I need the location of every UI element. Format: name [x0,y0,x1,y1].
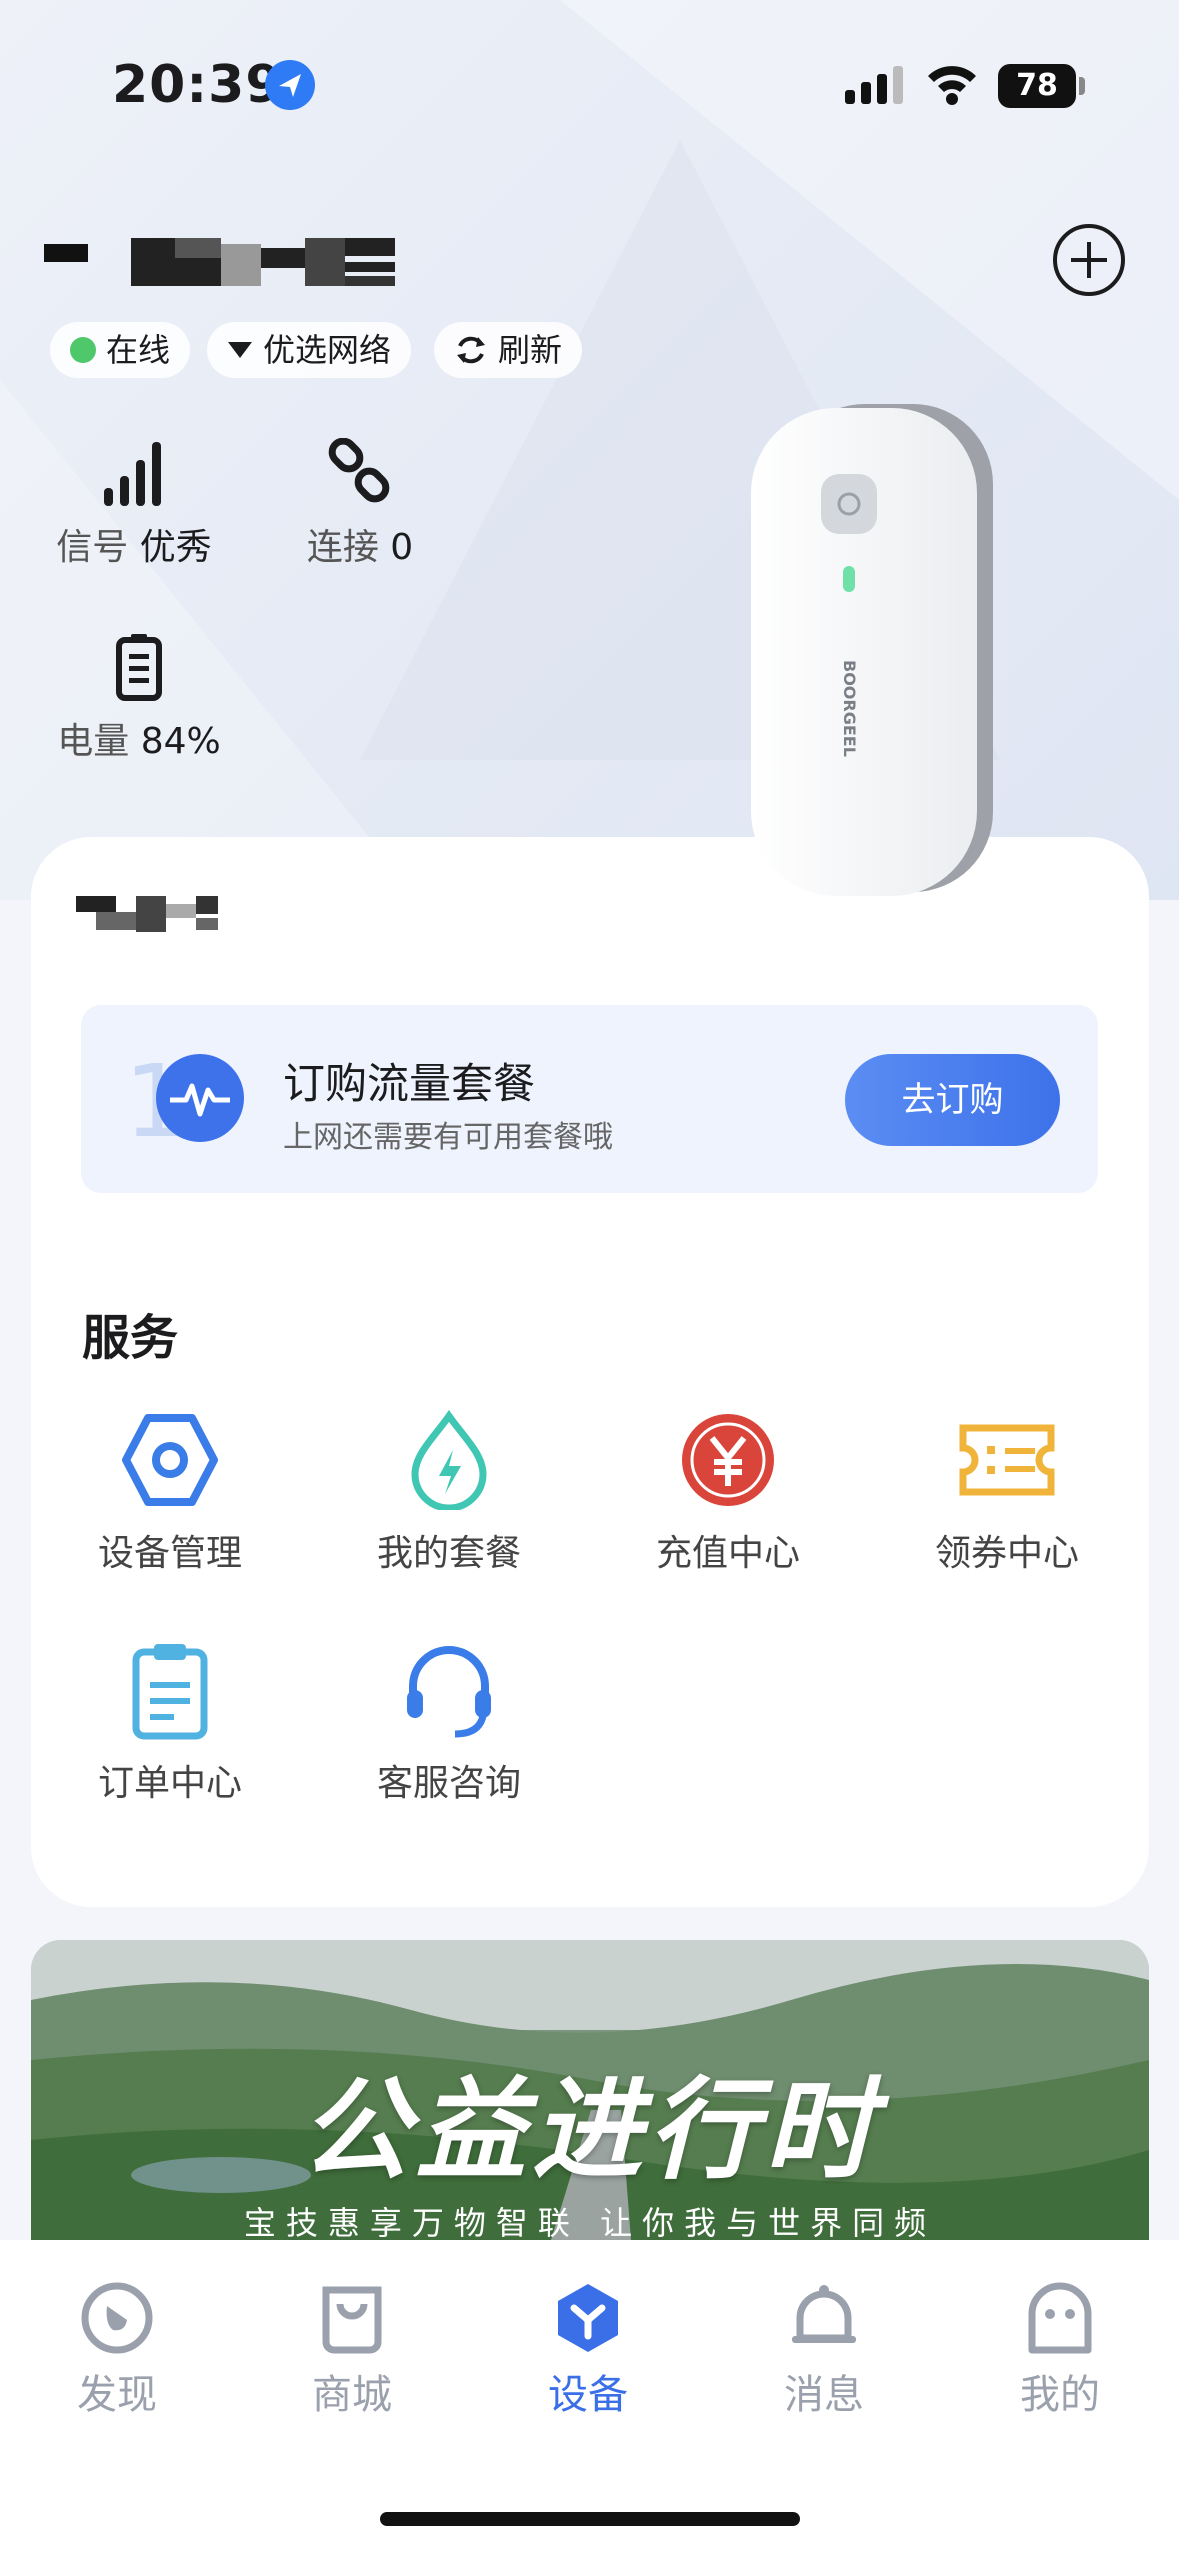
signal-stat: 信号 优秀 [54,438,214,570]
battery-icon: 78 [998,64,1076,108]
services-title: 服务 [82,1310,179,1366]
tab-label: 消息 [784,2372,864,2418]
service-my-plan[interactable]: 我的套餐 [339,1410,559,1576]
headset-icon [407,1646,491,1738]
service-label: 我的套餐 [376,1533,521,1574]
chip-label: 刷新 [498,331,563,369]
status-bar: 20:39 78 [0,0,1179,170]
home-indicator [380,2512,800,2526]
traffic-pulse-icon: 1 [124,1050,244,1146]
service-coupon-center[interactable]: 领券中心 [897,1410,1117,1576]
service-customer-support[interactable]: 客服咨询 [339,1640,559,1806]
service-recharge-center[interactable]: 充值中心 [618,1410,838,1576]
drop-bolt-icon [411,1410,487,1510]
plan-subtitle: 上网还需要有可用套餐哦 [283,1120,613,1155]
plan-title: 订购流量套餐 [283,1059,536,1108]
service-label: 订单中心 [97,1763,242,1804]
online-status-chip: 在线 [50,322,191,378]
order-plan-button[interactable]: 去订购 [845,1054,1060,1146]
service-label: 客服咨询 [376,1763,521,1804]
mifi-device-image: BOORGEEL [751,404,993,896]
device-hex-icon [558,2284,618,2352]
signal-label: 信号 [56,527,129,568]
tab-device[interactable]: 设备 [508,2280,668,2420]
chip-label: 优选网络 [263,331,392,369]
signal-value: 优秀 [139,527,212,568]
yen-circle-icon [682,1414,774,1506]
add-device-button[interactable] [1053,224,1125,296]
tab-label: 设备 [548,2372,628,2418]
chip-label: 在线 [106,331,171,369]
tab-label: 我的 [1020,2372,1100,2418]
clipboard-icon [132,1644,208,1740]
battery-stat: 电量 84% [54,632,224,764]
connections-value: 0 [390,527,414,568]
refresh-icon [457,336,485,364]
preferred-network-chip[interactable]: 优选网络 [207,322,412,378]
tab-label: 商城 [312,2372,392,2418]
connections-label: 连接 [306,527,379,568]
status-time: 20:39 [112,55,283,115]
tab-profile[interactable]: 我的 [980,2280,1140,2420]
hexagon-settings-icon [122,1414,218,1506]
ghost-profile-icon [1028,2282,1092,2354]
service-label: 设备管理 [97,1533,242,1574]
tab-discover[interactable]: 发现 [37,2280,197,2420]
battery-value: 84% [140,721,221,762]
ticket-icon [959,1424,1055,1496]
signal-bars-icon [104,442,161,506]
bell-icon [792,2285,856,2343]
charity-banner[interactable]: 公益进行时 宝技惠享万物智联 让你我与世界同频 [31,1940,1149,2240]
green-dot-icon [70,337,96,363]
service-label: 充值中心 [655,1533,800,1574]
banner-subtitle: 宝技惠享万物智联 让你我与世界同频 [243,2204,937,2240]
service-device-management[interactable]: 设备管理 [60,1410,280,1576]
caret-down-icon [228,342,252,358]
service-label: 领券中心 [934,1533,1079,1574]
banner-title: 公益进行时 [300,2065,880,2194]
wifi-icon [928,66,976,105]
refresh-chip[interactable]: 刷新 [434,322,583,378]
battery-tip [1079,77,1085,95]
battery-label: 电量 [57,721,130,762]
service-order-center[interactable]: 订单中心 [60,1640,280,1806]
location-arrow-icon [265,60,315,110]
tab-label: 发现 [77,2372,157,2418]
tab-messages[interactable]: 消息 [744,2280,904,2420]
discover-icon [81,2282,153,2354]
connections-stat: 连接 0 [290,438,430,570]
tab-shop[interactable]: 商城 [272,2280,432,2420]
device-brand: BOORGEEL [840,660,859,757]
cellular-signal-icon [845,66,903,104]
link-icon [328,438,390,503]
shopping-bag-icon [322,2286,382,2354]
battery-level-icon [116,634,162,701]
